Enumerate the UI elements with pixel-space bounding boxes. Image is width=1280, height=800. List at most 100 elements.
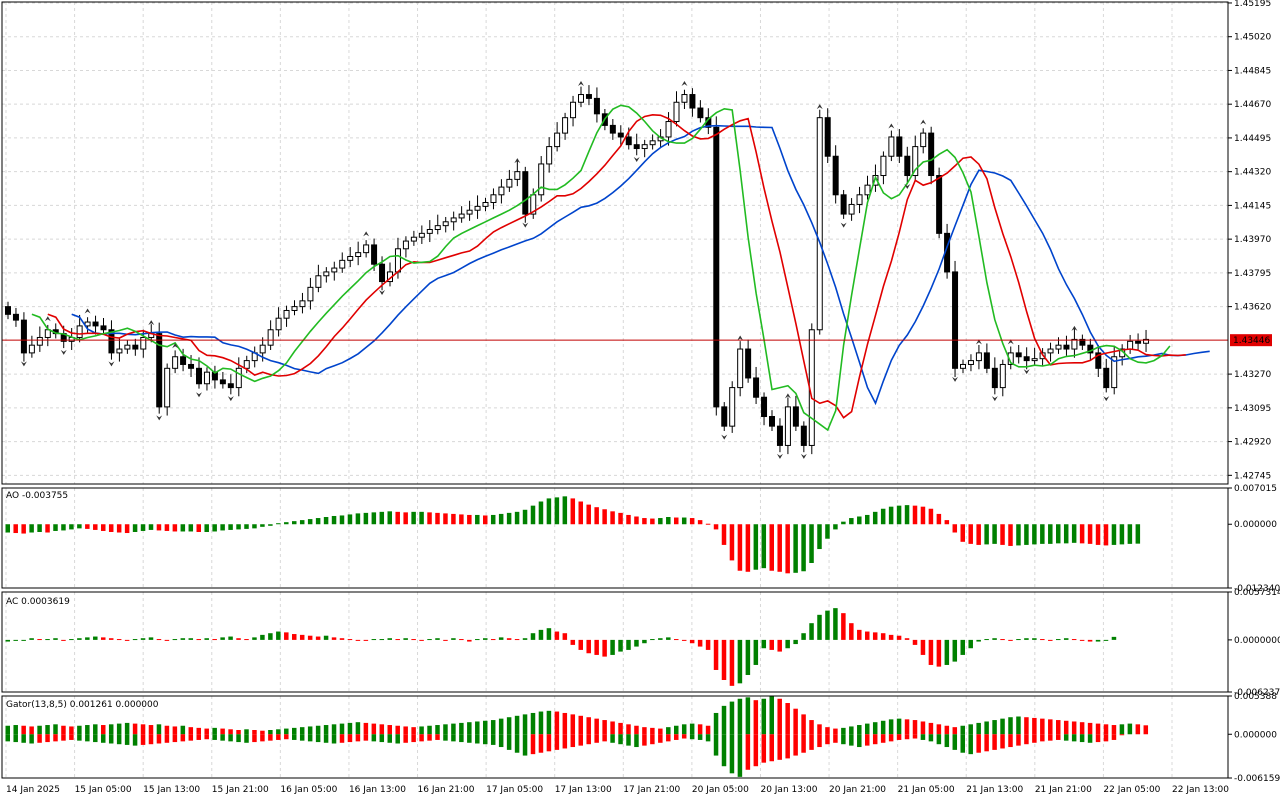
- gator-lower-bar-down: [658, 734, 663, 743]
- gator-lower-bar-up: [395, 734, 400, 744]
- gator-upper-bar-down: [578, 715, 583, 735]
- ao-bar-up: [69, 524, 74, 530]
- ao-bar-up: [315, 518, 321, 525]
- bull-candle: [291, 306, 298, 311]
- ac-bar-up: [737, 639, 743, 684]
- gator-lower-bar-down: [37, 734, 42, 743]
- gator-upper-bar-up: [276, 729, 281, 735]
- price-tick-label: 1.43795: [1234, 269, 1271, 279]
- ao-bar-down: [1087, 524, 1093, 544]
- time-tick-label: 15 Jan 05:00: [75, 785, 132, 795]
- ao-bar-down: [427, 512, 432, 525]
- gator-upper-bar-down: [196, 727, 201, 735]
- bull-candle: [999, 363, 1006, 389]
- gator-upper-bar-up: [976, 722, 981, 735]
- gator-upper-bar-down: [1063, 720, 1069, 735]
- gator-lower-bar-up: [451, 734, 456, 742]
- ac-bar-up: [85, 637, 90, 640]
- gator-lower-bar-up: [483, 734, 488, 745]
- ao-bar-up: [833, 524, 838, 530]
- bull-candle: [880, 155, 887, 177]
- gator-upper-bar-up: [1000, 718, 1005, 735]
- gator-upper-bar-down: [387, 725, 392, 735]
- ao-bar-down: [395, 511, 400, 525]
- time-tick-label: 17 Jan 21:00: [623, 785, 680, 795]
- ac-bar-up: [634, 639, 639, 647]
- gator-upper-bar-up: [960, 725, 965, 735]
- gator-upper-bar-down: [1048, 719, 1053, 735]
- ao-bar-down: [968, 524, 973, 544]
- gator-upper-bar-up: [355, 722, 361, 735]
- bear-candle: [936, 175, 943, 234]
- bull-candle: [299, 300, 306, 308]
- gator-upper-bar-down: [1071, 721, 1077, 735]
- gator-upper-bar-down: [228, 729, 233, 735]
- ao-bar-up: [666, 517, 671, 525]
- ac-bar-up: [546, 628, 552, 640]
- gator-lower-bar-down: [801, 734, 806, 753]
- bull-candle: [410, 236, 417, 242]
- gator-upper-bar-down: [29, 726, 34, 735]
- ao-bar-down: [1008, 524, 1013, 546]
- gator-upper-bar-up: [315, 725, 321, 735]
- ac-bar-down: [849, 623, 854, 640]
- gator-lower-bar-down: [1048, 734, 1053, 741]
- ac-bar-down: [490, 639, 496, 641]
- gator-lower-bar-down: [260, 734, 265, 742]
- gator-upper-bar-up: [896, 718, 902, 735]
- bull-candle: [315, 275, 322, 288]
- bull-candle: [347, 255, 354, 261]
- bear-candle: [196, 367, 202, 385]
- gator-lower-bar-up: [220, 734, 225, 741]
- gator-upper-bar-up: [483, 720, 488, 735]
- gator-lower-bar-down: [809, 734, 814, 750]
- ac-bar-down: [164, 639, 170, 641]
- price-tick-label: 1.44320: [1234, 168, 1271, 178]
- gator-upper-bar-up: [968, 724, 973, 735]
- ao-bar-down: [570, 498, 576, 525]
- gator-lower-bar-up: [634, 734, 639, 748]
- bear-candle: [609, 124, 616, 134]
- ao-bar-up: [379, 511, 385, 525]
- time-tick-label: 15 Jan 21:00: [212, 785, 269, 795]
- ac-bar-up: [1095, 639, 1101, 642]
- gator-upper-bar-up: [729, 701, 735, 735]
- gator-upper-bar-down: [260, 730, 265, 735]
- gator-upper-bar-up: [681, 724, 687, 735]
- bear-candle: [697, 107, 704, 119]
- ao-bar-down: [650, 518, 655, 525]
- time-tick-label: 20 Jan 21:00: [829, 785, 886, 795]
- gator-lower-bar-up: [323, 734, 329, 743]
- gator-upper-bar-down: [626, 724, 631, 735]
- ao-bar-up: [5, 524, 10, 533]
- gator-lower-bar-up: [618, 734, 623, 745]
- ac-bar-down: [156, 639, 162, 641]
- gator-upper-bar-down: [697, 724, 703, 735]
- ac-bar-down: [108, 638, 114, 640]
- ac-bar-down: [721, 639, 727, 680]
- ac-bar-down: [880, 633, 886, 640]
- ac-bar-up: [13, 639, 18, 641]
- ao-bar-up: [1056, 524, 1061, 544]
- gator-upper-bar-up: [514, 715, 520, 735]
- ao-bar-up: [498, 513, 504, 525]
- bull-candle: [164, 367, 171, 408]
- gator-lower-bar-up: [93, 734, 98, 743]
- gator-upper-bar-up: [1127, 723, 1133, 735]
- ao-bar-down: [689, 518, 695, 525]
- ao-tick-label: 0.000000: [1234, 520, 1277, 530]
- gator-lower-bar-down: [785, 734, 790, 759]
- gator-lower-bar-up: [299, 734, 305, 741]
- bull-candle: [848, 203, 855, 215]
- ac-bar-down: [37, 639, 42, 641]
- gator-upper-bar-down: [833, 728, 838, 735]
- gator-upper-bar-up: [849, 726, 854, 735]
- time-tick-label: 22 Jan 05:00: [1103, 785, 1160, 795]
- gator-upper-bar-down: [1032, 717, 1037, 735]
- gator-upper-bar-up: [689, 723, 695, 735]
- ao-bar-up: [857, 516, 862, 525]
- gator-lower-bar-down: [1000, 734, 1005, 749]
- gator-lower-bar-down: [1095, 734, 1101, 743]
- gator-lower-bar-up: [498, 734, 504, 748]
- gator-lower-bar-up: [928, 734, 934, 742]
